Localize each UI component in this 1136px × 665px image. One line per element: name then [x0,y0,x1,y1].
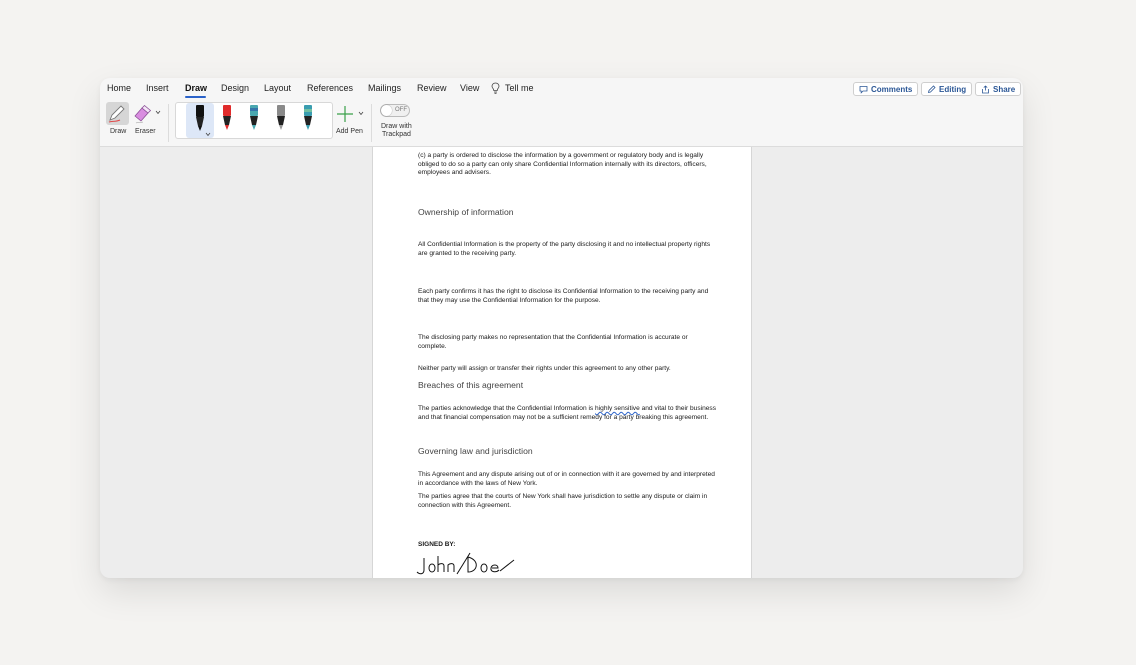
ocean-pen-icon[interactable] [301,104,315,136]
lightbulb-icon [491,82,500,94]
comments-button[interactable]: Comments [853,82,919,96]
tab-home[interactable]: Home [107,83,131,93]
pencil-icon [927,84,936,93]
active-tab-indicator [185,96,206,98]
handwritten-signature [416,552,515,575]
flagged-phrase[interactable]: highly sensitive [595,405,640,412]
word-window: Home Insert Draw Design Layout Reference… [100,78,1023,578]
document-page[interactable]: (c) a party is ordered to disclose the i… [372,147,752,578]
paragraph-6-start: The parties acknowledge that the Confide… [418,405,596,412]
ribbon-divider-2 [371,104,372,142]
paragraph-6: The parties acknowledge that the Confide… [418,405,718,422]
signed-by-label: SIGNED BY: [418,541,456,548]
share-icon [982,84,989,93]
eraser-chevron-down-icon[interactable] [155,110,161,115]
share-button[interactable]: Share [975,82,1022,96]
menu-bar: Home Insert Draw Design Layout Reference… [100,78,1023,100]
tell-me-search[interactable]: Tell me [505,83,534,93]
editing-button[interactable]: Editing [921,82,973,96]
paragraph-1: (c) a party is ordered to disclose the i… [418,152,707,177]
tab-draw[interactable]: Draw [185,83,207,93]
comments-label: Comments [871,84,913,94]
tab-layout[interactable]: Layout [264,83,291,93]
silver-pen-icon[interactable] [274,104,288,136]
add-pen-chevron-down-icon[interactable] [358,111,364,116]
tab-insert[interactable]: Insert [146,83,169,93]
comment-icon [859,85,868,94]
share-label: Share [993,84,1016,94]
add-pen-label[interactable]: Add Pen [336,128,363,135]
pen-options-chevron-icon[interactable] [205,132,211,137]
toggle-state-label: OFF [395,107,407,113]
eraser-tool-label: Eraser [135,128,156,135]
heading-ownership: Ownership of information [418,207,514,217]
galaxy-pen-icon[interactable] [247,104,261,136]
tab-references[interactable]: References [307,83,353,93]
heading-breaches: Breaches of this agreement [418,380,524,390]
red-pen-icon[interactable] [220,104,234,136]
ribbon-divider [168,104,169,142]
paragraph-7: This Agreement and any dispute arising o… [418,471,715,487]
tab-review[interactable]: Review [417,83,447,93]
draw-with-trackpad-toggle[interactable]: OFF [380,104,410,117]
draw-tool-label: Draw [110,128,127,135]
eraser-icon [134,104,152,124]
draw-tool-button[interactable] [106,102,129,125]
paragraph-2: All Confidential Information is the prop… [418,241,711,257]
draw-pen-icon [108,105,125,123]
tab-view[interactable]: View [460,83,479,93]
toggle-knob [381,105,392,116]
tab-mailings[interactable]: Mailings [368,83,401,93]
tab-design[interactable]: Design [221,83,249,93]
heading-governing-law: Governing law and jurisdiction [418,446,533,456]
paragraph-4: The disclosing party makes no representa… [418,334,688,350]
paragraph-8: The parties agree that the courts of New… [418,493,708,509]
eraser-tool-button[interactable] [133,103,157,125]
editing-label: Editing [939,84,967,94]
paragraph-5: Neither party will assign or transfer th… [418,365,671,372]
add-pen-plus-icon[interactable] [336,105,354,123]
draw-ribbon: Draw Eraser Add Pen OFF Draw with Trackp… [100,100,1023,147]
trackpad-label-line-1: Draw with [381,123,412,130]
paragraph-3: Each party confirms it has the right to … [418,288,709,304]
trackpad-label-line-2: Trackpad [382,131,411,138]
